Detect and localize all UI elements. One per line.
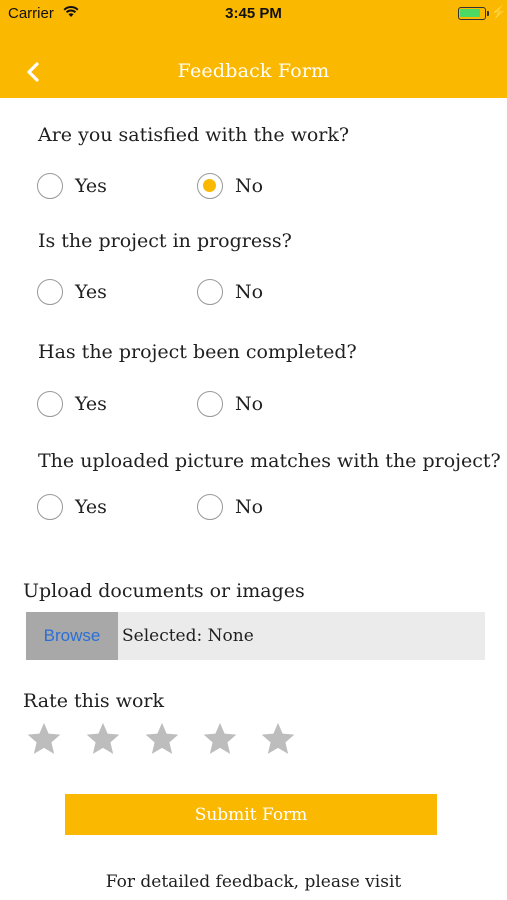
question-3-yes-option[interactable]: Yes xyxy=(37,389,107,419)
file-upload-field: Browse Selected: None xyxy=(26,612,485,660)
status-bar: Carrier 3:45 PM ⚡ xyxy=(0,0,507,28)
option-label: No xyxy=(235,393,264,415)
radio-button[interactable] xyxy=(37,494,63,520)
radio-button[interactable] xyxy=(197,391,223,417)
radio-button[interactable] xyxy=(37,173,63,199)
question-1-yes-option[interactable]: Yes xyxy=(37,171,107,201)
upload-label: Upload documents or images xyxy=(23,580,305,602)
option-label: No xyxy=(235,281,264,303)
option-label: Yes xyxy=(75,175,107,197)
submit-button[interactable]: Submit Form xyxy=(65,794,437,835)
radio-button[interactable] xyxy=(197,279,223,305)
clock: 3:45 PM xyxy=(225,5,282,22)
nav-bar: Feedback Form xyxy=(0,50,507,96)
question-4-no-option[interactable]: No xyxy=(197,492,263,522)
star-icon-1[interactable] xyxy=(25,720,63,758)
question-3-text: Has the project been completed? xyxy=(38,341,357,363)
page-title: Feedback Form xyxy=(177,60,330,82)
star-icon-5[interactable] xyxy=(259,720,297,758)
radio-button[interactable] xyxy=(197,494,223,520)
battery-icon xyxy=(458,7,489,20)
question-2-no-option[interactable]: No xyxy=(197,277,263,307)
question-4-text: The uploaded picture matches with the pr… xyxy=(38,450,501,472)
star-icon-3[interactable] xyxy=(143,720,181,758)
radio-button[interactable] xyxy=(37,391,63,417)
question-1-no-option[interactable]: No xyxy=(197,171,263,201)
browse-button[interactable]: Browse xyxy=(26,612,118,660)
option-label: Yes xyxy=(75,393,107,415)
option-label: No xyxy=(235,496,264,518)
star-icon-2[interactable] xyxy=(84,720,122,758)
question-2-text: Is the project in progress? xyxy=(38,230,292,252)
question-4-yes-option[interactable]: Yes xyxy=(37,492,107,522)
radio-button-selected[interactable] xyxy=(197,173,223,199)
question-2-yes-option[interactable]: Yes xyxy=(37,277,107,307)
charging-icon: ⚡ xyxy=(490,4,507,20)
rating-label: Rate this work xyxy=(23,690,165,712)
option-label: No xyxy=(235,175,264,197)
footer-text: For detailed feedback, please visit xyxy=(105,872,402,892)
question-1-text: Are you satisfied with the work? xyxy=(38,124,350,146)
selected-file-text: Selected: None xyxy=(122,626,254,646)
option-label: Yes xyxy=(75,496,107,518)
radio-button[interactable] xyxy=(37,279,63,305)
option-label: Yes xyxy=(75,281,107,303)
star-icon-4[interactable] xyxy=(201,720,239,758)
question-3-no-option[interactable]: No xyxy=(197,389,263,419)
